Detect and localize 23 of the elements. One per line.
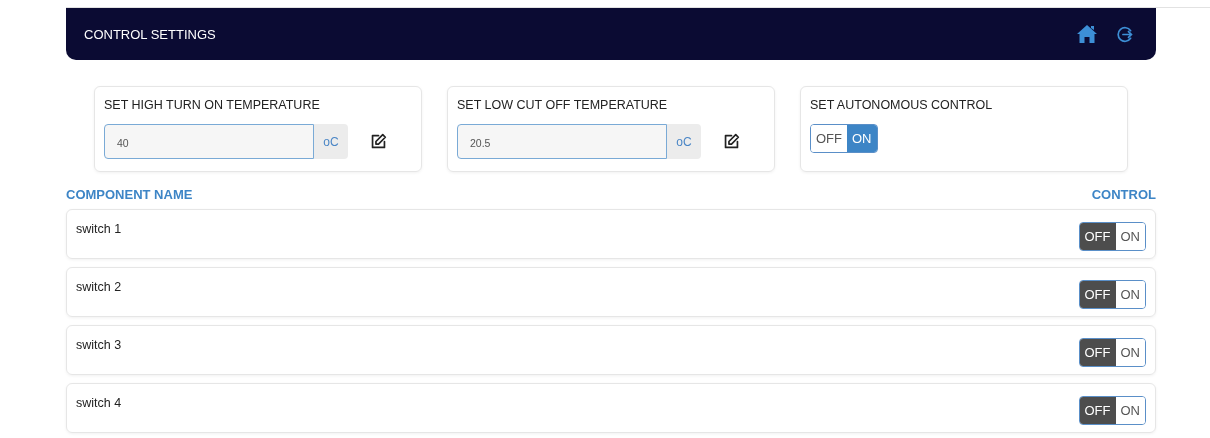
unit-label: oC	[667, 124, 701, 159]
page-title: CONTROL SETTINGS	[84, 26, 216, 42]
edit-icon[interactable]	[370, 133, 387, 150]
component-name: switch 2	[76, 280, 122, 294]
setting-label: SET HIGH TURN ON TEMPERATURE	[104, 98, 321, 112]
logout-icon[interactable]	[1117, 25, 1134, 43]
component-name: switch 1	[76, 222, 122, 236]
component-name: switch 4	[76, 396, 122, 410]
column-header: CONTROL	[1091, 187, 1156, 202]
off-button[interactable]: OFF	[1079, 223, 1116, 250]
component-name: switch 3	[76, 338, 122, 352]
home-icon[interactable]	[1077, 25, 1097, 43]
column-header: COMPONENT NAME	[66, 187, 193, 202]
on-button[interactable]: ON	[847, 125, 877, 152]
edit-icon[interactable]	[723, 133, 740, 150]
setting-label: SET AUTONOMOUS CONTROL	[810, 98, 994, 112]
unit-label: oC	[314, 124, 348, 159]
off-button[interactable]: OFF	[1079, 281, 1116, 308]
off-button[interactable]: OFF	[1079, 339, 1116, 366]
setting-label: SET LOW CUT OFF TEMPERATURE	[457, 98, 669, 112]
temperature-input[interactable]: 40	[104, 124, 314, 159]
temperature-input[interactable]: 20.5	[457, 124, 667, 159]
off-button[interactable]: OFF	[1079, 397, 1116, 424]
